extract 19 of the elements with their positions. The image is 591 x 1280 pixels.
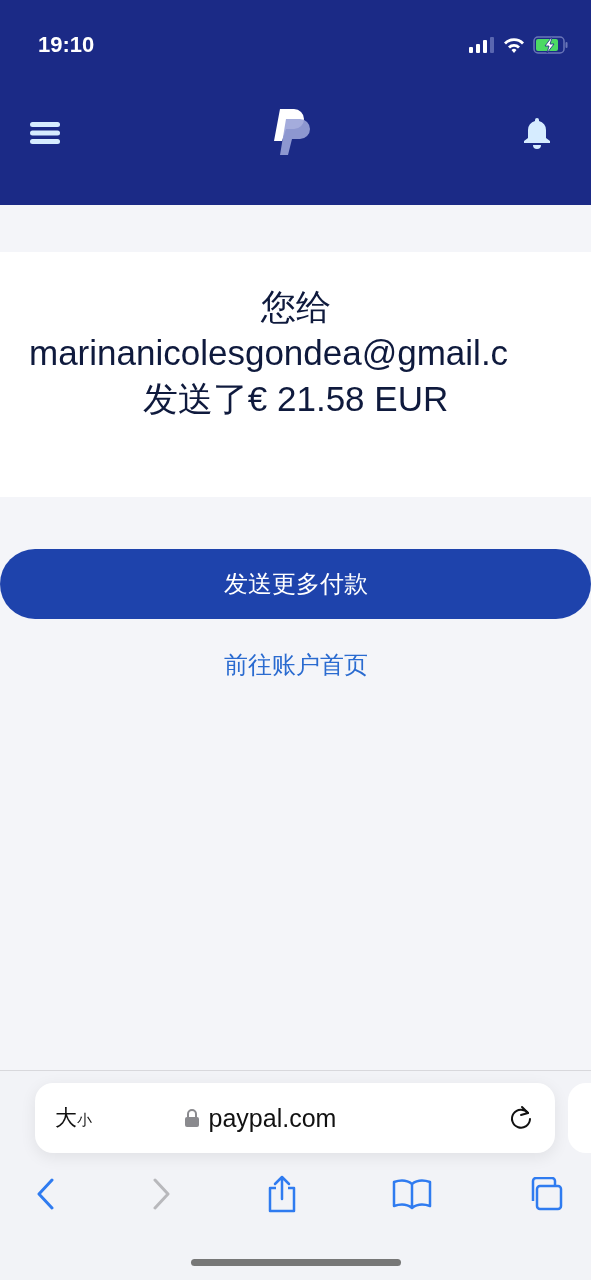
back-icon[interactable] bbox=[36, 1178, 56, 1210]
menu-icon[interactable] bbox=[30, 121, 60, 144]
url-text: paypal.com bbox=[208, 1103, 337, 1133]
text-size-button[interactable]: 大小 bbox=[55, 1103, 92, 1133]
battery-icon bbox=[533, 36, 569, 54]
confirmation-text: 您给 bbox=[260, 286, 331, 328]
logo-icon bbox=[271, 108, 312, 157]
signal-icon bbox=[469, 37, 495, 53]
lock-icon bbox=[184, 1109, 199, 1127]
reload-icon[interactable] bbox=[509, 1105, 533, 1131]
recipient-email: marinanicolesgondea@gmail.c bbox=[28, 332, 509, 374]
address-bar[interactable]: 大小 paypal.com bbox=[35, 1083, 555, 1153]
amount-text: 发送了€ 21.58 EUR bbox=[142, 378, 449, 420]
account-home-link[interactable]: 前往账户首页 bbox=[223, 649, 368, 681]
status-time: 19:10 bbox=[38, 32, 95, 58]
notification-bell-icon[interactable] bbox=[523, 116, 551, 149]
book-icon[interactable] bbox=[392, 1178, 433, 1210]
send-more-button[interactable]: 发送更多付款 bbox=[0, 549, 591, 619]
wifi-icon bbox=[503, 37, 525, 53]
